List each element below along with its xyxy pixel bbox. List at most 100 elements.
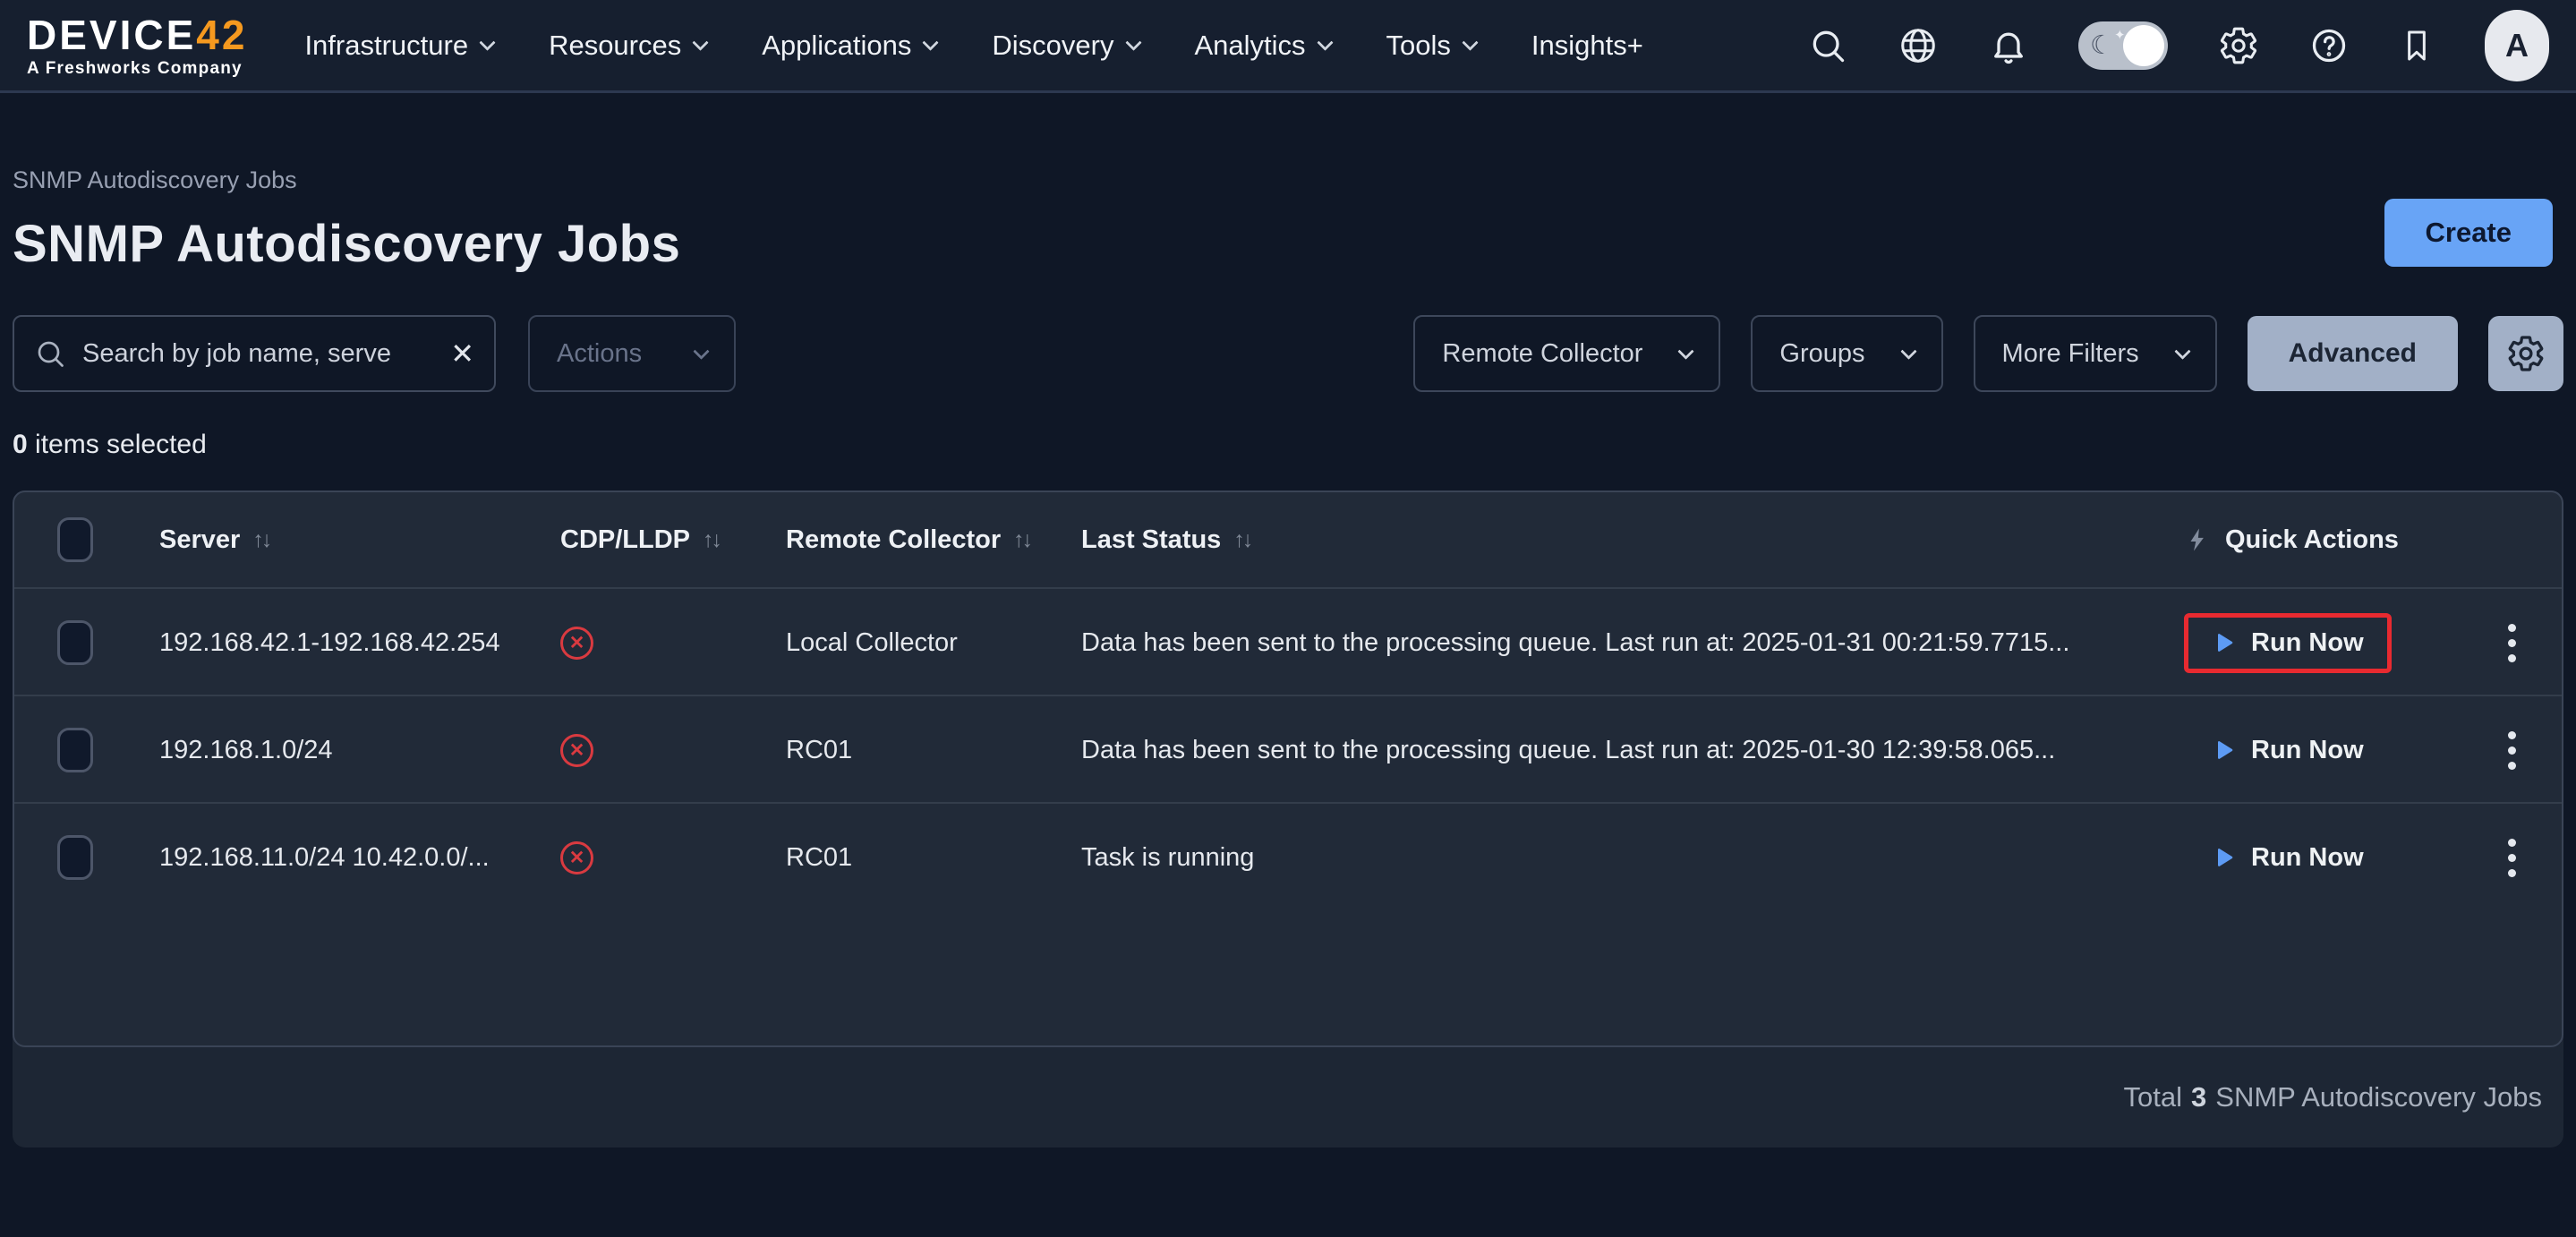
chevron-down-icon (479, 34, 495, 50)
nav-discovery[interactable]: Discovery (992, 30, 1139, 62)
row-checkbox[interactable] (57, 620, 93, 665)
table-row: 192.168.1.0/24 ✕ RC01 Data has been sent… (14, 695, 2562, 802)
topbar-icon-cluster: ☾ ✦ A (1808, 10, 2549, 81)
gear-icon (2506, 334, 2546, 373)
remote-collector-dropdown[interactable]: Remote Collector (1413, 315, 1720, 392)
server-cell: 192.168.11.0/24 10.42.0.0/... (136, 843, 537, 873)
row-checkbox[interactable] (57, 835, 93, 880)
table-footer: Total 3 SNMP Autodiscovery Jobs (13, 1047, 2563, 1147)
last-status-cell: Data has been sent to the processing que… (1081, 696, 2073, 804)
nav-analytics[interactable]: Analytics (1195, 30, 1331, 62)
groups-dropdown[interactable]: Groups (1751, 315, 1942, 392)
logo-brand: DEVICE42 (27, 14, 247, 55)
sort-icon[interactable]: ↑↓ (1233, 527, 1250, 553)
toggle-knob (2123, 25, 2164, 66)
logo-brand-42: 42 (196, 12, 247, 58)
col-cdp-lldp: CDP/LLDP (560, 525, 690, 555)
error-x-icon: ✕ (560, 841, 593, 874)
nav-applications[interactable]: Applications (762, 30, 936, 62)
sort-icon[interactable]: ↑↓ (252, 527, 269, 553)
sort-icon[interactable]: ↑↓ (1013, 527, 1030, 553)
cdp-cell: ✕ (537, 734, 763, 767)
advanced-button[interactable]: Advanced (2248, 316, 2458, 391)
error-x-icon: ✕ (560, 734, 593, 767)
chevron-down-icon (693, 343, 709, 359)
play-icon (2212, 843, 2237, 872)
search-box: ✕ (13, 315, 496, 392)
nav-resources[interactable]: Resources (549, 30, 706, 62)
actions-dropdown[interactable]: Actions (528, 315, 736, 392)
table-row: 192.168.42.1-192.168.42.254 ✕ Local Coll… (14, 587, 2562, 695)
table-header-row: Server ↑↓ CDP/LLDP ↑↓ Remote Collector ↑↓ L… (14, 492, 2562, 587)
chevron-down-icon (923, 34, 939, 50)
last-status-cell: Task is running (1081, 804, 1272, 911)
table-settings-button[interactable] (2488, 316, 2563, 391)
user-avatar[interactable]: A (2485, 10, 2549, 81)
server-cell: 192.168.1.0/24 (136, 736, 537, 765)
page-title: SNMP Autodiscovery Jobs (13, 214, 2563, 274)
col-remote-collector: Remote Collector (786, 525, 1001, 555)
error-x-icon: ✕ (560, 627, 593, 660)
kebab-icon[interactable] (2499, 722, 2525, 779)
table-empty-area (14, 909, 2562, 1045)
jobs-table: Server ↑↓ CDP/LLDP ↑↓ Remote Collector ↑↓ L… (13, 491, 2563, 1047)
clear-search-icon[interactable]: ✕ (450, 339, 474, 368)
run-now-button[interactable]: Run Now (2184, 828, 2392, 888)
play-icon (2212, 736, 2237, 764)
chevron-down-icon (1462, 34, 1478, 50)
cdp-cell: ✕ (537, 627, 763, 660)
page-head: SNMP Autodiscovery Jobs SNMP Autodiscove… (13, 93, 2563, 274)
chevron-down-icon (1678, 343, 1694, 359)
col-quick-actions: Quick Actions (2225, 525, 2399, 555)
page-content: SNMP Autodiscovery Jobs SNMP Autodiscove… (0, 93, 2576, 1147)
kebab-icon[interactable] (2499, 615, 2525, 671)
nav-infrastructure[interactable]: Infrastructure (304, 30, 493, 62)
topbar: DEVICE42 A Freshworks Company Infrastruc… (0, 0, 2576, 93)
nav-insights-plus[interactable]: Insights+ (1531, 30, 1643, 62)
search-icon[interactable] (1808, 26, 1847, 65)
magnifier-icon (34, 337, 66, 370)
device42-logo[interactable]: DEVICE42 A Freshworks Company (27, 14, 247, 77)
moon-icon: ☾ (2090, 30, 2113, 61)
run-now-button[interactable]: Run Now (2184, 721, 2392, 781)
lightning-icon (2184, 525, 2211, 555)
select-all-checkbox[interactable] (57, 517, 93, 562)
nav-tools[interactable]: Tools (1386, 30, 1476, 62)
create-button[interactable]: Create (2384, 199, 2554, 267)
play-icon (2212, 628, 2237, 657)
last-status-cell: Data has been sent to the processing que… (1081, 589, 2087, 696)
search-input[interactable] (82, 339, 434, 369)
bell-icon[interactable] (1989, 26, 2028, 65)
server-cell: 192.168.42.1-192.168.42.254 (136, 628, 537, 658)
gear-icon[interactable] (2218, 25, 2259, 66)
breadcrumb[interactable]: SNMP Autodiscovery Jobs (13, 166, 2563, 194)
row-checkbox[interactable] (57, 728, 93, 772)
chevron-down-icon (2174, 343, 2190, 359)
remote-collector-cell: RC01 (763, 736, 1058, 765)
logo-tagline: A Freshworks Company (27, 60, 247, 77)
jobs-table-zone: Server ↑↓ CDP/LLDP ↑↓ Remote Collector ↑↓ L… (13, 491, 2563, 1147)
chevron-down-icon (1317, 34, 1333, 50)
col-server: Server (159, 525, 240, 555)
chevron-down-icon (1125, 34, 1141, 50)
globe-icon[interactable] (1898, 25, 1939, 66)
help-icon[interactable] (2309, 26, 2349, 65)
bookmark-icon[interactable] (2399, 28, 2435, 64)
cdp-cell: ✕ (537, 841, 763, 874)
run-now-button-highlighted[interactable]: Run Now (2184, 613, 2392, 673)
chevron-down-icon (1900, 343, 1916, 359)
selection-count: 0 items selected (13, 430, 2563, 460)
right-filters: Remote Collector Groups More Filters Adv… (1413, 315, 2563, 392)
main-nav: Infrastructure Resources Applications Di… (304, 30, 1642, 62)
remote-collector-cell: RC01 (763, 843, 1058, 873)
sort-icon[interactable]: ↑↓ (703, 527, 720, 553)
theme-toggle[interactable]: ☾ ✦ (2078, 21, 2168, 70)
chevron-down-icon (693, 34, 709, 50)
col-last-status: Last Status (1081, 525, 1221, 555)
table-row: 192.168.11.0/24 10.42.0.0/... ✕ RC01 Tas… (14, 802, 2562, 909)
more-filters-dropdown[interactable]: More Filters (1974, 315, 2217, 392)
kebab-icon[interactable] (2499, 830, 2525, 886)
filter-row: ✕ Actions Remote Collector Groups More F… (13, 315, 2563, 392)
total-count: 3 (2191, 1081, 2206, 1113)
remote-collector-cell: Local Collector (763, 628, 1058, 658)
